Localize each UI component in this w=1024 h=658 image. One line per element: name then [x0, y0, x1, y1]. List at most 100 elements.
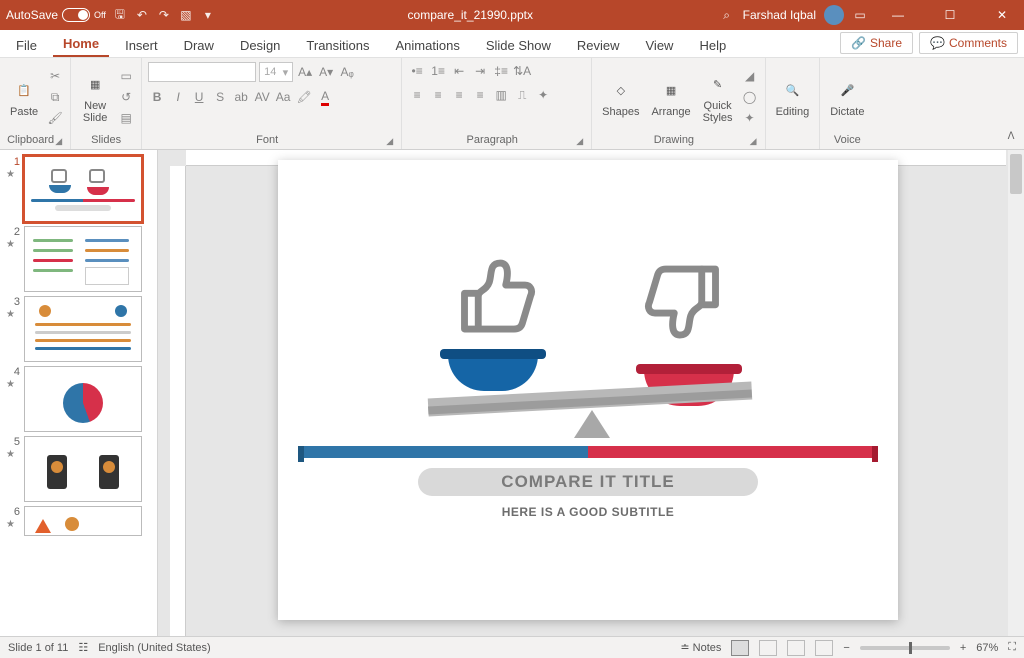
tab-file[interactable]: File: [6, 34, 47, 57]
shape-effects-icon[interactable]: ✦: [741, 109, 759, 127]
tab-review[interactable]: Review: [567, 34, 630, 57]
smartart-icon[interactable]: ✦: [534, 86, 552, 104]
redo-icon[interactable]: ↷: [156, 7, 172, 23]
thumb-row[interactable]: 2★: [0, 226, 157, 292]
slide-canvas[interactable]: COMPARE IT TITLE HERE IS A GOOD SUBTITLE: [158, 150, 1024, 636]
user-name[interactable]: Farshad Iqbal: [743, 8, 816, 22]
zoom-out-icon[interactable]: −: [843, 642, 849, 654]
bullets-icon[interactable]: •≡: [408, 62, 426, 80]
reset-icon[interactable]: ↺: [117, 88, 135, 106]
format-painter-icon[interactable]: 🖌: [46, 109, 64, 127]
line-spacing-icon[interactable]: ‡≡: [492, 62, 510, 80]
zoom-slider[interactable]: [860, 646, 950, 650]
tab-design[interactable]: Design: [230, 34, 290, 57]
thumb-row[interactable]: 4★: [0, 366, 157, 432]
font-family-combo[interactable]: [148, 62, 256, 82]
search-icon[interactable]: ⌕: [719, 7, 735, 23]
clear-format-icon[interactable]: Aᵩ: [338, 63, 356, 81]
shrink-font-icon[interactable]: A▾: [317, 63, 335, 81]
tab-help[interactable]: Help: [689, 34, 736, 57]
start-from-beginning-icon[interactable]: ▧: [178, 7, 194, 23]
paragraph-launcher-icon[interactable]: ◢: [576, 136, 583, 147]
tab-home[interactable]: Home: [53, 32, 109, 57]
collapse-ribbon-icon[interactable]: ᐱ: [1002, 127, 1020, 145]
vertical-scrollbar[interactable]: [1008, 150, 1024, 636]
thumb-row[interactable]: 5★: [0, 436, 157, 502]
text-direction-icon[interactable]: ⇅A: [513, 62, 531, 80]
thumb-row[interactable]: 6★: [0, 506, 157, 536]
tab-animations[interactable]: Animations: [386, 34, 470, 57]
normal-view-icon[interactable]: [731, 640, 749, 656]
layout-icon[interactable]: ▭: [117, 67, 135, 85]
slide-thumbnail-3[interactable]: [24, 296, 142, 362]
grow-font-icon[interactable]: A▴: [296, 63, 314, 81]
font-color-icon[interactable]: A: [316, 88, 334, 106]
slide-title[interactable]: COMPARE IT TITLE: [418, 468, 758, 496]
maximize-button[interactable]: ☐: [928, 0, 972, 30]
indent-dec-icon[interactable]: ⇤: [450, 62, 468, 80]
align-text-icon[interactable]: ⎍: [513, 86, 531, 104]
justify-icon[interactable]: ≡: [471, 86, 489, 104]
copy-icon[interactable]: ⧉: [46, 88, 64, 106]
highlight-icon[interactable]: 🖍: [295, 88, 313, 106]
indent-inc-icon[interactable]: ⇥: [471, 62, 489, 80]
editing-button[interactable]: 🔍Editing: [772, 74, 814, 120]
slide-thumbnail-1[interactable]: [24, 156, 142, 222]
zoom-level[interactable]: 67%: [976, 642, 998, 654]
columns-icon[interactable]: ▥: [492, 86, 510, 104]
clipboard-launcher-icon[interactable]: ◢: [55, 136, 62, 147]
section-icon[interactable]: ▤: [117, 109, 135, 127]
slide-thumbnail-5[interactable]: [24, 436, 142, 502]
slide-thumbnail-6[interactable]: [24, 506, 142, 536]
notes-button[interactable]: ≐ Notes: [680, 641, 721, 654]
shapes-button[interactable]: ◇Shapes: [598, 74, 643, 120]
align-right-icon[interactable]: ≡: [450, 86, 468, 104]
new-slide-button[interactable]: ▦ New Slide: [77, 68, 113, 126]
align-left-icon[interactable]: ≡: [408, 86, 426, 104]
fit-to-window-icon[interactable]: ⛶: [1008, 641, 1016, 654]
comments-button[interactable]: 💬Comments: [919, 32, 1018, 54]
tab-view[interactable]: View: [636, 34, 684, 57]
tab-transitions[interactable]: Transitions: [296, 34, 379, 57]
slide-thumbnail-2[interactable]: [24, 226, 142, 292]
change-case-icon[interactable]: Aa: [274, 88, 292, 106]
numbering-icon[interactable]: 1≡: [429, 62, 447, 80]
ribbon-display-icon[interactable]: ▭: [852, 7, 868, 23]
sorter-view-icon[interactable]: [759, 640, 777, 656]
slide[interactable]: COMPARE IT TITLE HERE IS A GOOD SUBTITLE: [278, 160, 898, 620]
italic-icon[interactable]: I: [169, 88, 187, 106]
undo-icon[interactable]: ↶: [134, 7, 150, 23]
bold-icon[interactable]: B: [148, 88, 166, 106]
shape-outline-icon[interactable]: ◯: [741, 88, 759, 106]
thumb-row[interactable]: 3★: [0, 296, 157, 362]
slide-subtitle[interactable]: HERE IS A GOOD SUBTITLE: [278, 505, 898, 519]
tab-draw[interactable]: Draw: [174, 34, 224, 57]
share-button[interactable]: 🔗Share: [840, 32, 913, 54]
qat-more-icon[interactable]: ▾: [200, 7, 216, 23]
spell-check-icon[interactable]: ☷: [78, 641, 88, 654]
drawing-launcher-icon[interactable]: ◢: [750, 136, 757, 147]
language-status[interactable]: English (United States): [98, 642, 211, 654]
arrange-button[interactable]: ▦Arrange: [647, 74, 694, 120]
font-launcher-icon[interactable]: ◢: [386, 136, 393, 147]
tab-slideshow[interactable]: Slide Show: [476, 34, 561, 57]
reading-view-icon[interactable]: [787, 640, 805, 656]
tab-insert[interactable]: Insert: [115, 34, 168, 57]
quick-styles-button[interactable]: ✎Quick Styles: [699, 68, 737, 126]
cut-icon[interactable]: ✂: [46, 67, 64, 85]
dictate-button[interactable]: 🎤Dictate: [826, 74, 868, 120]
shape-fill-icon[interactable]: ◢: [741, 67, 759, 85]
underline-icon[interactable]: U: [190, 88, 208, 106]
slide-thumbnail-4[interactable]: [24, 366, 142, 432]
zoom-in-icon[interactable]: +: [960, 642, 966, 654]
autosave-toggle[interactable]: AutoSave Off: [6, 8, 106, 22]
align-center-icon[interactable]: ≡: [429, 86, 447, 104]
thumb-row[interactable]: 1★: [0, 156, 157, 222]
scroll-thumb[interactable]: [1010, 154, 1022, 194]
slideshow-view-icon[interactable]: [815, 640, 833, 656]
paste-button[interactable]: 📋 Paste: [6, 74, 42, 120]
shadow-icon[interactable]: ab: [232, 88, 250, 106]
save-icon[interactable]: 🖫: [112, 7, 128, 23]
slide-counter[interactable]: Slide 1 of 11: [8, 642, 68, 654]
strike-icon[interactable]: S: [211, 88, 229, 106]
